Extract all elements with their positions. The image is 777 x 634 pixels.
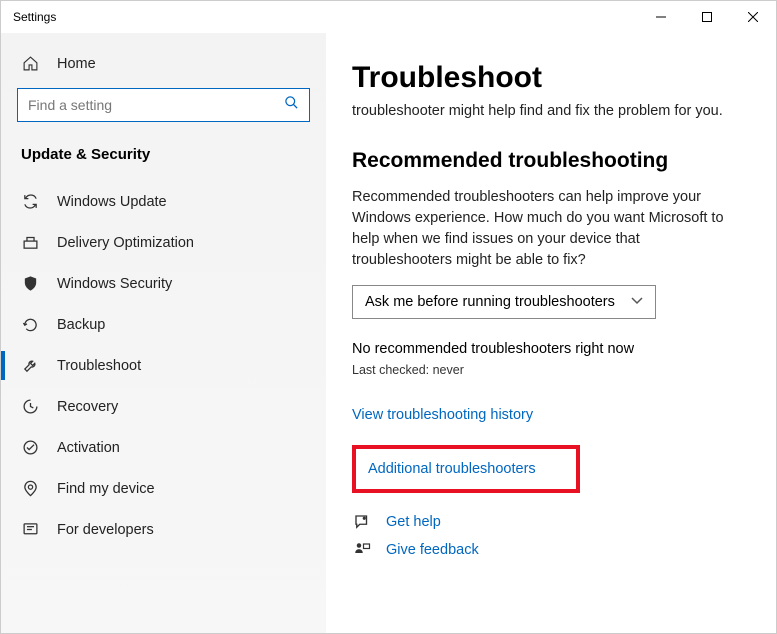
sidebar: Home Update & Security Windows Update De… — [1, 33, 326, 633]
sidebar-item-label: Windows Update — [57, 194, 167, 210]
sidebar-item-label: Find my device — [57, 481, 155, 497]
sidebar-item-find-my-device[interactable]: Find my device — [1, 468, 326, 509]
content-pane: Troubleshoot troubleshooter might help f… — [326, 33, 776, 633]
no-recommended-text: No recommended troubleshooters right now — [352, 341, 738, 357]
category-heading: Update & Security — [1, 136, 326, 181]
recovery-icon — [21, 398, 39, 415]
home-button[interactable]: Home — [1, 45, 326, 82]
check-icon — [21, 439, 39, 456]
close-button[interactable] — [730, 1, 776, 33]
shield-icon — [21, 275, 39, 292]
search-input[interactable] — [28, 97, 284, 113]
dropdown-value: Ask me before running troubleshooters — [365, 294, 615, 310]
history-link[interactable]: View troubleshooting history — [352, 407, 738, 423]
additional-troubleshooters-link[interactable]: Additional troubleshooters — [368, 461, 536, 477]
give-feedback-row[interactable]: Give feedback — [352, 541, 738, 559]
delivery-icon — [21, 234, 39, 251]
section-text: Recommended troubleshooters can help imp… — [352, 187, 738, 271]
window-title: Settings — [13, 10, 56, 24]
sidebar-item-label: Recovery — [57, 399, 118, 415]
maximize-button[interactable] — [684, 1, 730, 33]
highlight-annotation: Additional troubleshooters — [352, 445, 580, 493]
get-help-link: Get help — [386, 514, 441, 530]
sidebar-item-label: Windows Security — [57, 276, 172, 292]
intro-text: troubleshooter might help find and fix t… — [352, 101, 738, 121]
sidebar-item-delivery-optimization[interactable]: Delivery Optimization — [1, 222, 326, 263]
page-title: Troubleshoot — [352, 61, 738, 95]
backup-icon — [21, 316, 39, 333]
get-help-row[interactable]: Get help — [352, 513, 738, 531]
sidebar-item-troubleshoot[interactable]: Troubleshoot — [1, 345, 326, 386]
search-icon — [284, 95, 299, 115]
troubleshoot-preference-dropdown[interactable]: Ask me before running troubleshooters — [352, 285, 656, 319]
sidebar-item-label: Activation — [57, 440, 120, 456]
titlebar: Settings — [1, 1, 776, 33]
help-icon — [352, 513, 372, 531]
sync-icon — [21, 193, 39, 210]
last-checked-text: Last checked: never — [352, 363, 738, 377]
window-controls — [638, 1, 776, 33]
search-box[interactable] — [17, 88, 310, 122]
sidebar-item-recovery[interactable]: Recovery — [1, 386, 326, 427]
developer-icon — [21, 521, 39, 538]
give-feedback-link: Give feedback — [386, 542, 479, 558]
chevron-down-icon — [631, 296, 643, 308]
sidebar-item-label: Delivery Optimization — [57, 235, 194, 251]
sidebar-item-label: For developers — [57, 522, 154, 538]
sidebar-item-activation[interactable]: Activation — [1, 427, 326, 468]
sidebar-item-windows-security[interactable]: Windows Security — [1, 263, 326, 304]
home-icon — [21, 55, 39, 72]
minimize-button[interactable] — [638, 1, 684, 33]
sidebar-item-for-developers[interactable]: For developers — [1, 509, 326, 550]
feedback-icon — [352, 541, 372, 559]
location-icon — [21, 480, 39, 497]
sidebar-item-label: Backup — [57, 317, 105, 333]
sidebar-item-windows-update[interactable]: Windows Update — [1, 181, 326, 222]
sidebar-item-backup[interactable]: Backup — [1, 304, 326, 345]
sidebar-item-label: Troubleshoot — [57, 358, 141, 374]
wrench-icon — [21, 357, 39, 374]
section-heading: Recommended troubleshooting — [352, 149, 738, 173]
home-label: Home — [57, 56, 96, 72]
